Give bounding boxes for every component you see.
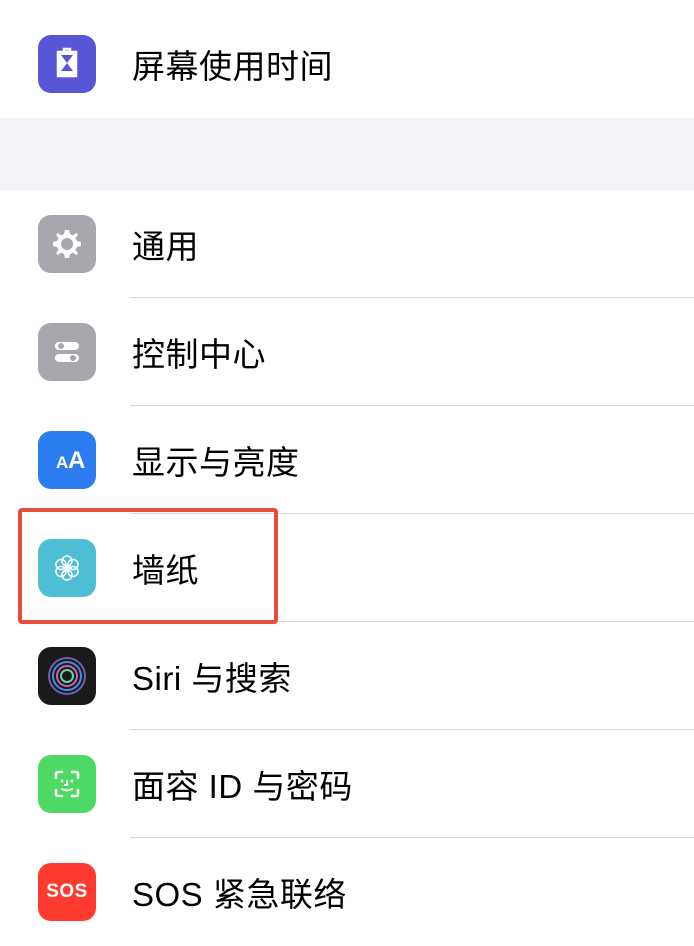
section-divider [0, 118, 694, 190]
settings-row-control-center[interactable]: 控制中心 [0, 298, 694, 406]
settings-row-faceid[interactable]: 面容 ID 与密码 [0, 730, 694, 838]
text-size-icon: A A [38, 431, 96, 489]
settings-row-screentime[interactable]: 屏幕使用时间 [0, 10, 694, 118]
settings-label-display: 显示与亮度 [132, 436, 300, 484]
settings-label-general: 通用 [132, 220, 199, 268]
svg-text:A: A [56, 453, 68, 472]
settings-label-siri: Siri 与搜索 [132, 652, 292, 700]
settings-row-siri[interactable]: Siri 与搜索 [0, 622, 694, 730]
settings-label-faceid: 面容 ID 与密码 [132, 760, 353, 808]
svg-text:A: A [68, 447, 85, 474]
toggles-icon [38, 323, 96, 381]
settings-section-1: 屏幕使用时间 [0, 0, 694, 118]
flower-icon [38, 539, 96, 597]
settings-label-wallpaper: 墙纸 [132, 544, 199, 592]
gear-icon [38, 215, 96, 273]
siri-icon [38, 647, 96, 705]
settings-label-control-center: 控制中心 [132, 328, 266, 376]
sos-icon-text: SOS [46, 881, 88, 903]
faceid-icon [38, 755, 96, 813]
settings-row-display[interactable]: A A 显示与亮度 [0, 406, 694, 514]
screentime-icon [38, 35, 96, 93]
settings-label-sos: SOS 紧急联络 [132, 868, 347, 916]
sos-icon: SOS [38, 863, 96, 921]
settings-row-wallpaper[interactable]: 墙纸 [0, 514, 694, 622]
settings-section-2: 通用 控制中心 A A 显示与亮度 [0, 190, 694, 946]
settings-row-general[interactable]: 通用 [0, 190, 694, 298]
settings-label-screentime: 屏幕使用时间 [132, 40, 333, 88]
settings-row-sos[interactable]: SOS SOS 紧急联络 [0, 838, 694, 946]
